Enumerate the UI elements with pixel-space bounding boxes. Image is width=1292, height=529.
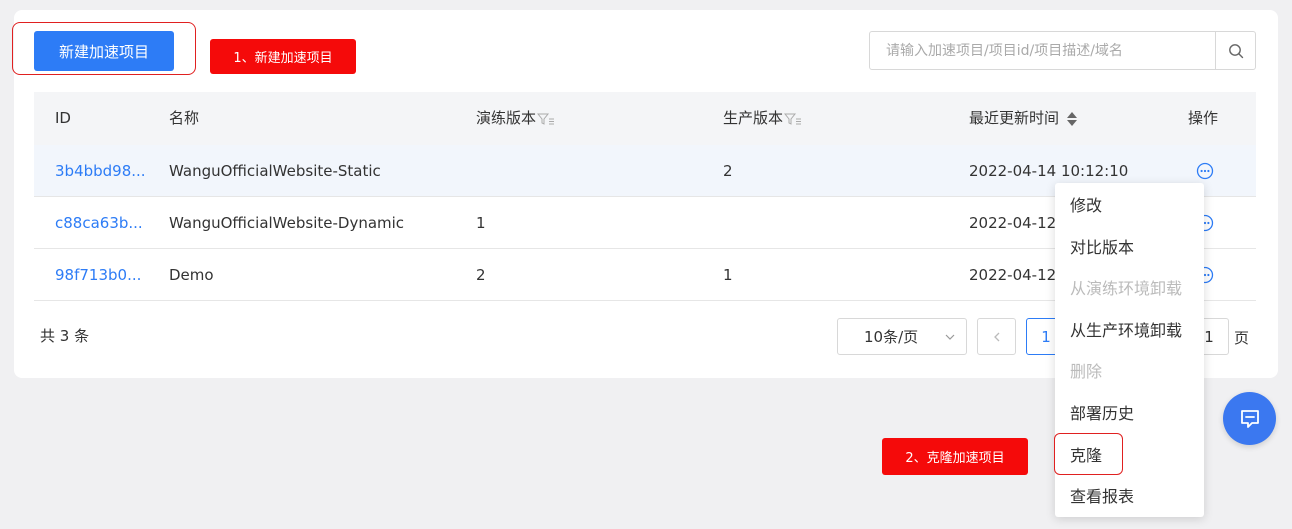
header-production-version: 生产版本 bbox=[723, 92, 802, 145]
page-size-value: 10条/页 bbox=[864, 328, 919, 346]
row-name: WanguOfficialWebsite-Dynamic bbox=[169, 214, 405, 232]
annotation-highlight-clone bbox=[1054, 433, 1123, 475]
row-name: Demo bbox=[169, 266, 214, 284]
annotation-highlight-new-button bbox=[12, 22, 196, 75]
header-rehearsal-version: 演练版本 bbox=[476, 92, 555, 145]
filter-icon[interactable] bbox=[784, 112, 802, 126]
chat-support-button[interactable] bbox=[1223, 392, 1276, 445]
header-rehearsal-label: 演练版本 bbox=[476, 109, 537, 127]
row-id-link[interactable]: 98f713b0... bbox=[55, 249, 141, 301]
chevron-down-icon bbox=[945, 334, 955, 340]
chevron-left-icon bbox=[993, 332, 999, 341]
menu-item-compare-versions[interactable]: 对比版本 bbox=[1070, 231, 1134, 261]
table-header: ID 名称 演练版本 生产版本 最近更新时间 操作 bbox=[34, 92, 1256, 145]
header-production-label: 生产版本 bbox=[723, 109, 784, 127]
row-rehearsal-version: 2 bbox=[476, 266, 486, 284]
menu-item-unload-production[interactable]: 从生产环境卸载 bbox=[1070, 314, 1182, 344]
header-name: 名称 bbox=[169, 109, 200, 127]
menu-item-edit[interactable]: 修改 bbox=[1070, 189, 1102, 219]
header-last-updated-label: 最近更新时间 bbox=[969, 109, 1060, 127]
menu-item-delete[interactable]: 删除 bbox=[1070, 355, 1102, 385]
page-size-select[interactable]: 10条/页 bbox=[837, 318, 967, 355]
row-id-link[interactable]: 3b4bbd98... bbox=[55, 145, 146, 197]
header-id: ID bbox=[55, 109, 71, 127]
page-suffix: 页 bbox=[1234, 329, 1250, 347]
total-count: 共 3 条 bbox=[40, 327, 90, 345]
row-id-link[interactable]: c88ca63b... bbox=[55, 197, 143, 249]
filter-icon[interactable] bbox=[537, 112, 555, 126]
sort-icon[interactable] bbox=[1065, 110, 1079, 128]
more-icon bbox=[1196, 162, 1214, 180]
row-rehearsal-version: 1 bbox=[476, 214, 486, 232]
search-icon bbox=[1228, 43, 1243, 58]
header-last-updated[interactable]: 最近更新时间 bbox=[969, 92, 1079, 145]
menu-item-unload-rehearsal[interactable]: 从演练环境卸载 bbox=[1070, 272, 1182, 302]
header-action: 操作 bbox=[1188, 109, 1219, 127]
row-production-version: 1 bbox=[723, 266, 733, 284]
annotation-callout-clone-project: 2、克隆加速项目 bbox=[882, 438, 1028, 475]
menu-item-deploy-history[interactable]: 部署历史 bbox=[1070, 397, 1134, 427]
search-input[interactable] bbox=[870, 32, 1217, 69]
search-box bbox=[869, 31, 1256, 70]
row-production-version: 2 bbox=[723, 162, 733, 180]
annotation-callout-new-project: 1、新建加速项目 bbox=[210, 39, 356, 74]
search-button[interactable] bbox=[1215, 32, 1255, 69]
row-last-updated: 2022-04-12 bbox=[969, 266, 1057, 284]
menu-item-view-report[interactable]: 查看报表 bbox=[1070, 480, 1134, 510]
row-name: WanguOfficialWebsite-Static bbox=[169, 162, 381, 180]
prev-page-button[interactable] bbox=[977, 318, 1016, 355]
row-last-updated: 2022-04-12 bbox=[969, 214, 1057, 232]
chat-icon bbox=[1240, 409, 1259, 428]
